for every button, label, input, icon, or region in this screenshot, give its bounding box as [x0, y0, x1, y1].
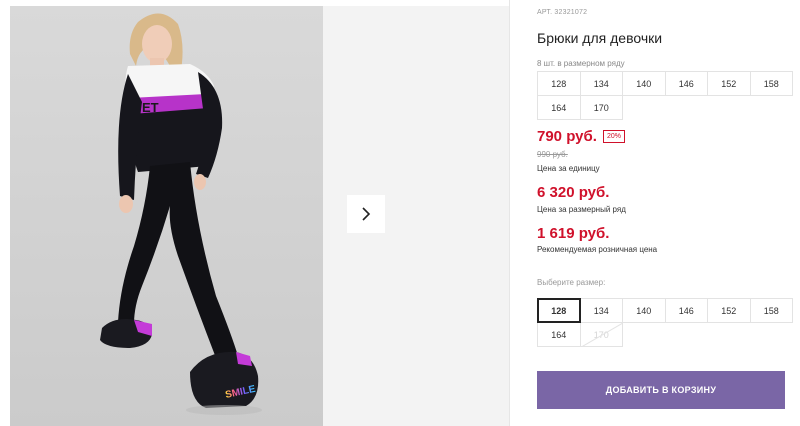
choose-size-label: Выберите размер:: [537, 278, 606, 287]
size-option-selected[interactable]: 128: [537, 298, 581, 323]
row-price: 6 320 руб.: [537, 184, 610, 201]
size-row-cell: 164: [537, 95, 581, 120]
model-illustration: ET SMILE: [10, 6, 323, 426]
size-row-cell: 146: [664, 71, 708, 96]
add-to-cart-button[interactable]: ДОБАВИТЬ В КОРЗИНУ: [537, 371, 785, 409]
size-row-cell: 140: [622, 71, 666, 96]
size-row-cell: 158: [749, 71, 793, 96]
size-option-unavailable: 170: [579, 322, 623, 347]
size-row-count: 8 шт. в размерном ряду: [537, 59, 625, 68]
size-row-cell: 170: [579, 95, 623, 120]
panel-divider: [509, 0, 510, 426]
unit-price-caption: Цена за единицу: [537, 164, 600, 173]
size-option[interactable]: 164: [537, 322, 581, 347]
product-sku: АРТ. 32321072: [537, 9, 588, 16]
chevron-right-icon: [362, 207, 371, 221]
discount-badge: 20%: [602, 130, 625, 143]
product-photo: ET SMILE: [10, 6, 323, 426]
size-row-cell: 134: [579, 71, 623, 96]
product-title: Брюки для девочки: [537, 30, 663, 46]
retail-price: 1 619 руб.: [537, 225, 610, 242]
current-price: 790 руб.: [537, 128, 597, 145]
size-selector: 128 134 140 146 152 158 164 170: [537, 298, 793, 347]
price-block: 790 руб. 20%: [537, 128, 625, 145]
size-row-cell: 128: [537, 71, 581, 96]
size-option[interactable]: 146: [664, 298, 708, 323]
size-option[interactable]: 140: [622, 298, 666, 323]
product-page: ET SMILE АРТ. 32321072 Брюки для девочки…: [0, 0, 800, 426]
size-option[interactable]: 134: [579, 298, 623, 323]
size-option[interactable]: 152: [707, 298, 751, 323]
retail-price-caption: Рекомендуемая розничная цена: [537, 245, 658, 254]
size-row-grid: 128 134 140 146 152 158 164 170: [537, 71, 793, 120]
size-option[interactable]: 158: [749, 298, 793, 323]
old-price: 990 руб.: [537, 150, 568, 159]
row-price-caption: Цена за размерный ряд: [537, 205, 626, 214]
size-row-cell: 152: [707, 71, 751, 96]
gallery-next-button[interactable]: [347, 195, 385, 233]
